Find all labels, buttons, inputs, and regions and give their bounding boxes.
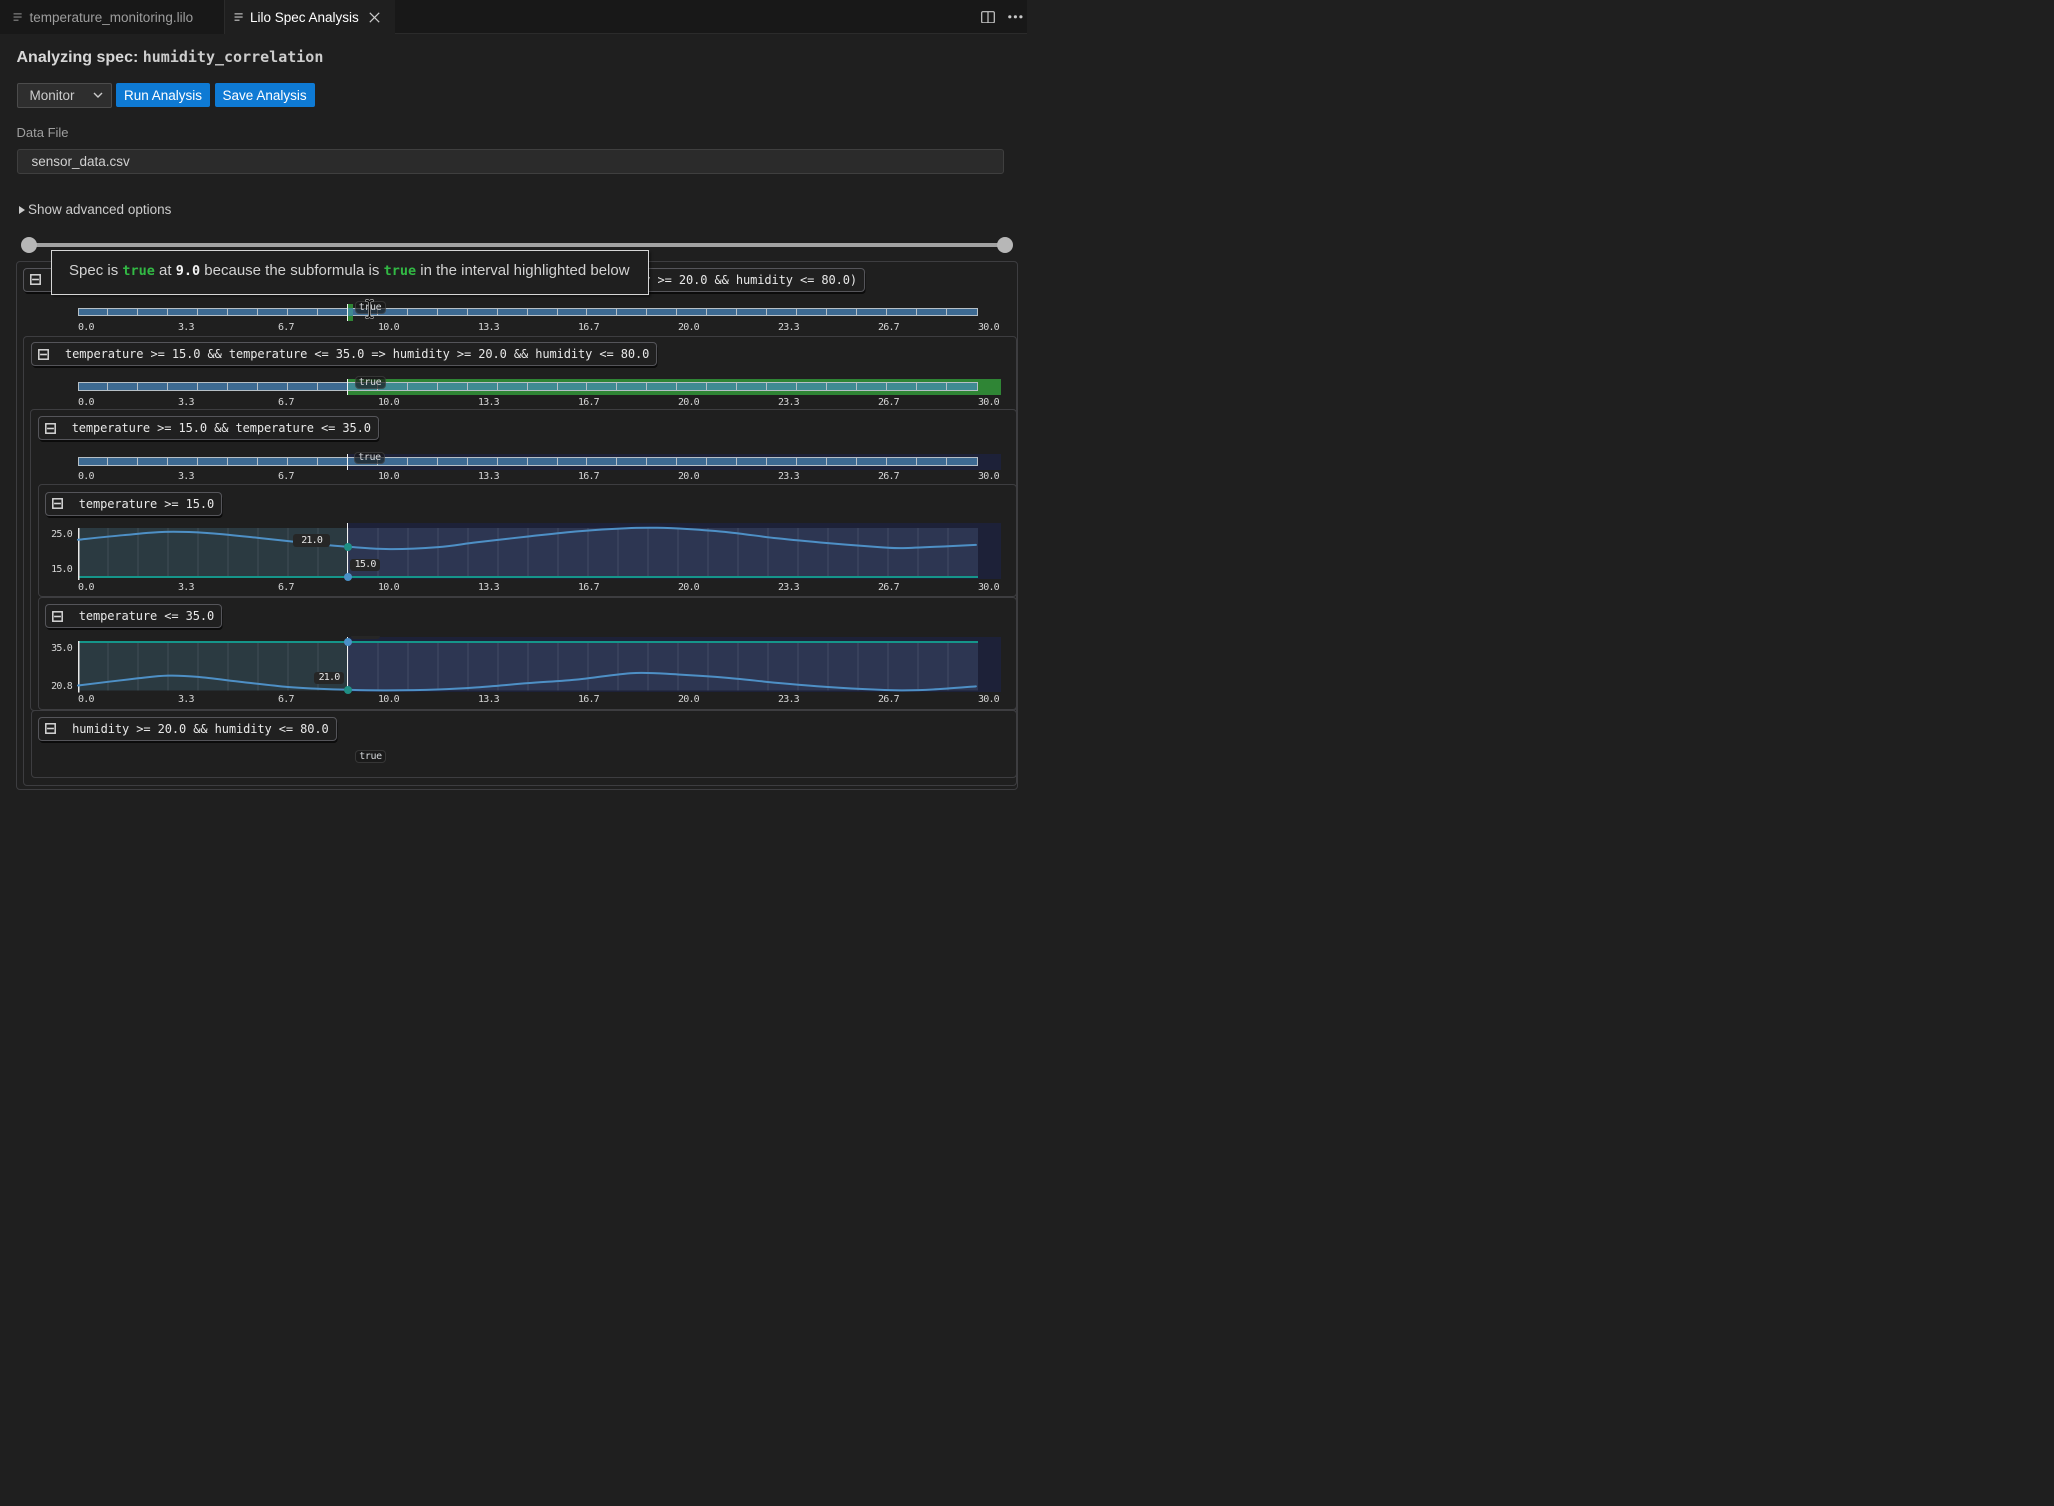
formula-chip-2: temperature >= 15.0 && temperature <= 35… (31, 342, 657, 366)
collapse-icon[interactable] (52, 498, 63, 509)
spec-tooltip: Spec is true at 9.0 because the subformu… (51, 250, 649, 295)
collapse-icon[interactable] (45, 423, 56, 434)
slider-handle-left[interactable] (21, 237, 37, 253)
collapse-icon[interactable] (30, 274, 41, 285)
tooltip-text: Spec is true at 9.0 because the subformu… (69, 262, 630, 279)
show-advanced-options[interactable]: Show advanced options (19, 202, 172, 217)
formula-text: temperature >= 15.0 (79, 497, 214, 511)
tab-label: Lilo Spec Analysis (250, 10, 359, 25)
spec-name: humidity_correlation (143, 48, 324, 66)
tab-temperature-monitoring[interactable]: temperature_monitoring.lilo (0, 0, 225, 34)
file-list-icon (234, 12, 245, 23)
mode-select[interactable]: Monitor (17, 83, 112, 108)
collapse-icon[interactable] (38, 349, 49, 360)
formula-chip-6: humidity >= 20.0 && humidity <= 80.0 (38, 717, 337, 741)
save-analysis-button[interactable]: Save Analysis (215, 83, 315, 107)
formula-chip-4: temperature >= 15.0 (45, 492, 222, 516)
formula-text: temperature <= 35.0 (79, 609, 214, 623)
data-file-label: Data File (17, 125, 69, 140)
more-actions-icon[interactable] (1005, 12, 1024, 22)
collapse-icon[interactable] (52, 611, 63, 622)
slider-track[interactable] (28, 243, 1005, 248)
run-analysis-button[interactable]: Run Analysis (116, 83, 210, 107)
formula-chip-3: temperature >= 15.0 && temperature <= 35… (38, 416, 379, 440)
formula-text: humidity >= 20.0 && humidity <= 80.0 (72, 722, 329, 736)
ibeam-mouse-cursor (364, 299, 375, 319)
collapsed-arrow-icon (19, 206, 25, 214)
split-editor-icon[interactable] (981, 11, 995, 24)
slider-handle-right[interactable] (997, 237, 1013, 253)
close-icon[interactable] (368, 11, 381, 24)
tab-bar: temperature_monitoring.lilo Lilo Spec An… (0, 0, 1027, 34)
data-file-input[interactable] (17, 149, 1005, 174)
collapse-icon[interactable] (45, 723, 56, 734)
formula-text: temperature >= 15.0 && temperature <= 35… (65, 347, 649, 361)
tab-label: temperature_monitoring.lilo (30, 10, 194, 25)
formula-text: temperature >= 15.0 && temperature <= 35… (72, 421, 371, 435)
tab-lilo-spec-analysis[interactable]: Lilo Spec Analysis (225, 0, 396, 35)
page-title: Analyzing spec: humidity_correlation (17, 48, 324, 67)
file-list-icon (13, 12, 24, 23)
formula-chip-5: temperature <= 35.0 (45, 604, 222, 628)
chevron-down-icon (93, 92, 103, 98)
